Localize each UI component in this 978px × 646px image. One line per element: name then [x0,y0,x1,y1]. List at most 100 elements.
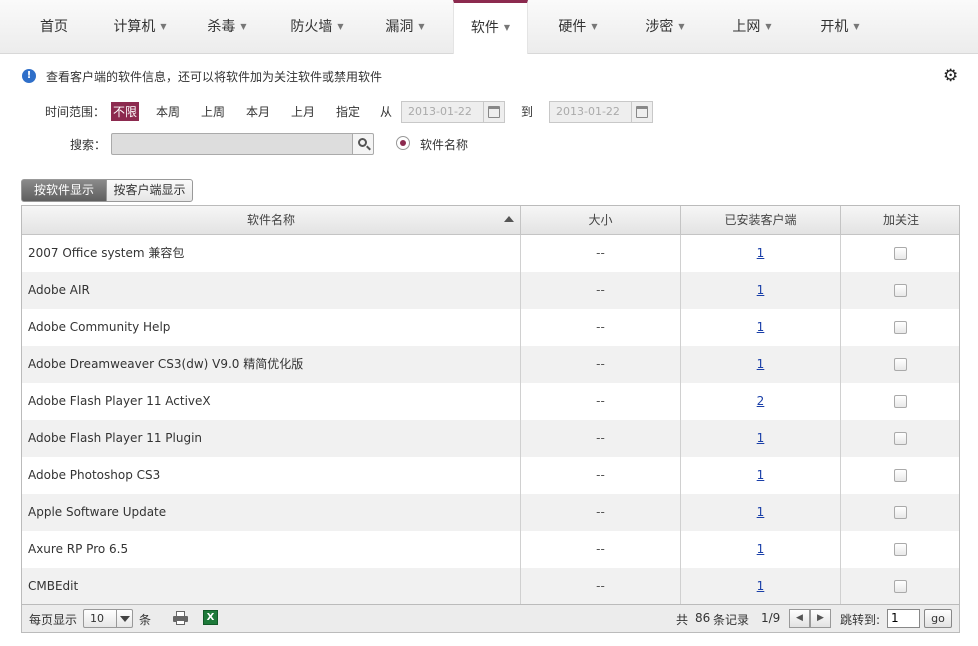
gear-icon[interactable]: ⚙ [943,68,958,85]
per-page-select[interactable]: 10 [83,609,133,628]
excel-export-icon[interactable]: X [203,610,218,625]
column-header-size[interactable]: 大小 [521,206,681,234]
search-input[interactable] [111,133,353,155]
chevron-down-icon: ▼ [591,22,598,31]
nav-item-home[interactable]: 首页 [18,0,90,54]
per-page-label: 每页显示 [29,613,78,627]
nav-item-label: 计算机 [113,19,156,35]
software-size: -- [521,494,681,531]
view-by-software-button[interactable]: 按软件显示 [21,179,107,202]
follow-cell [841,346,959,383]
chevron-down-icon: ▼ [160,22,167,31]
installed-count-link[interactable]: 2 [757,394,765,408]
follow-cell [841,531,959,568]
software-name: CMBEdit [22,568,521,604]
chevron-down-icon: ▼ [503,23,511,32]
software-size: -- [521,457,681,494]
follow-cell [841,494,959,531]
calendar-icon[interactable] [631,101,653,123]
radio-label: 软件名称 [420,138,469,152]
installed-count-link[interactable]: 1 [757,468,765,482]
search-button[interactable] [352,133,374,155]
software-name: Adobe Flash Player 11 Plugin [22,420,521,457]
installed-count-link[interactable]: 1 [757,283,765,297]
total-suffix: 条记录 [713,613,750,627]
follow-checkbox[interactable] [894,580,907,593]
table-row: Adobe Photoshop CS3 -- 1 [22,457,959,494]
prev-page-button[interactable]: ◀ [789,609,810,628]
installed-count-link[interactable]: 1 [757,431,765,445]
nav-item-label: 硬件 [558,19,587,35]
nav-item-computer[interactable]: 计算机 ▼ [100,0,180,54]
nav-item-hardware[interactable]: 硬件 ▼ [543,0,613,54]
installed-count-link[interactable]: 1 [757,579,765,593]
column-header-follow: 加关注 [882,213,919,227]
nav-item-label: 首页 [40,19,68,35]
follow-checkbox[interactable] [894,506,907,519]
software-size: -- [521,420,681,457]
top-nav: 首页 计算机 ▼ 杀毒 ▼ 防火墙 ▼ 漏洞 ▼ 软件 ▼ 硬件 ▼ 涉密 ▼ 上网 ▼ 开机 ▼ [0,0,978,54]
installed-count-link[interactable]: 1 [757,505,765,519]
nav-item-antivirus[interactable]: 杀毒 ▼ [192,0,262,54]
chevron-left-icon: ◀ [796,613,803,623]
installed-count-cell: 1 [681,531,841,568]
software-size: -- [521,272,681,309]
chevron-down-icon: ▼ [418,22,425,31]
table-row: CMBEdit -- 1 [22,568,959,604]
to-label: 到 [521,105,534,119]
follow-checkbox[interactable] [894,432,907,445]
from-date-input[interactable]: 2013-01-22 [401,101,484,123]
chevron-down-icon: ▼ [337,22,344,31]
installed-count-link[interactable]: 1 [757,542,765,556]
installed-count-cell: 1 [681,494,841,531]
table-row: Adobe Dreamweaver CS3(dw) V9.0 精简优化版 -- … [22,346,959,383]
calendar-icon[interactable] [483,101,505,123]
follow-checkbox[interactable] [894,543,907,556]
installed-count-link[interactable]: 1 [757,357,765,371]
nav-item-boot[interactable]: 开机 ▼ [805,0,875,54]
follow-cell [841,420,959,457]
installed-count-cell: 1 [681,235,841,272]
column-header-name[interactable]: 软件名称 [22,206,521,234]
total-count: 86 [695,611,711,625]
follow-checkbox[interactable] [894,321,907,334]
follow-cell [841,568,959,604]
chevron-down-icon: ▼ [853,22,860,31]
jump-page-input[interactable]: 1 [887,609,920,628]
time-option-this-week[interactable]: 本周 [156,103,180,120]
to-date-input[interactable]: 2013-01-22 [549,101,632,123]
follow-checkbox[interactable] [894,395,907,408]
printer-icon[interactable] [173,611,188,625]
next-page-button[interactable]: ▶ [810,609,831,628]
follow-checkbox[interactable] [894,247,907,260]
go-button[interactable]: go [924,609,952,628]
follow-checkbox[interactable] [894,358,907,371]
software-name: Adobe Photoshop CS3 [22,457,521,494]
software-name: Adobe AIR [22,272,521,309]
follow-checkbox[interactable] [894,284,907,297]
nav-item-label: 漏洞 [385,19,414,35]
time-option-any[interactable]: 不限 [111,102,140,121]
time-option-this-month[interactable]: 本月 [246,103,270,120]
radio-software-name[interactable] [396,136,410,150]
software-table: 软件名称 大小 已安装客户端 加关注 2007 Office system 兼容… [21,205,960,605]
nav-item-firewall[interactable]: 防火墙 ▼ [274,0,360,54]
time-option-custom[interactable]: 指定 [336,103,360,120]
follow-cell [841,235,959,272]
follow-checkbox[interactable] [894,469,907,482]
nav-item-classified[interactable]: 涉密 ▼ [630,0,700,54]
software-name: Adobe Flash Player 11 ActiveX [22,383,521,420]
time-option-last-week[interactable]: 上周 [201,103,225,120]
nav-item-internet[interactable]: 上网 ▼ [717,0,787,54]
installed-count-link[interactable]: 1 [757,246,765,260]
table-row: 2007 Office system 兼容包 -- 1 [22,235,959,272]
column-header-installed-clients[interactable]: 已安装客户端 [681,206,841,234]
installed-count-link[interactable]: 1 [757,320,765,334]
view-by-client-button[interactable]: 按客户端显示 [106,179,193,202]
nav-item-software[interactable]: 软件 ▼ [453,0,528,54]
software-size: -- [521,531,681,568]
nav-item-vulnerability[interactable]: 漏洞 ▼ [370,0,440,54]
time-option-last-month[interactable]: 上月 [291,103,315,120]
page-info: 1/9 [761,611,781,625]
table-row: Adobe Flash Player 11 Plugin -- 1 [22,420,959,457]
